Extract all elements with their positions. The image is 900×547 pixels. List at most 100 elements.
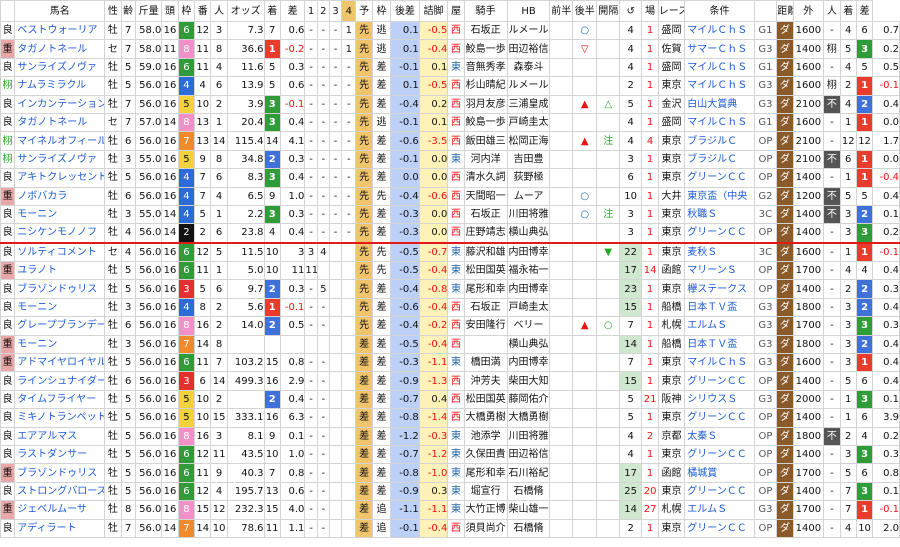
cell-race[interactable]: 日本ＴＶ盃 [684,334,755,355]
table-row[interactable]: 良インカンテーション牡 7 56.0 16 5 10 2 3.9 3 -0.1- - - - 先差 -0.4… [0,94,900,114]
column-header-27[interactable]: 場 [641,0,659,22]
cell-name[interactable]: ニシケンモノノフ [14,223,106,244]
table-row[interactable]: 良ラストダンサー牡 5 56.0 16 6 12 11 43.5 10 1.0- - 差差 -0.7 -1… [0,444,900,465]
cell-name[interactable]: ラインシュナイダー [14,371,106,391]
cell-race[interactable]: グリーンＣＣ [684,518,755,538]
column-header-4[interactable]: 斤量 [134,0,163,22]
cell-name[interactable]: モーニン [14,204,106,225]
column-header-31[interactable]: 距離 [776,0,794,22]
cell-race[interactable]: サマーＣｈＳ [684,39,755,59]
cell-race[interactable]: マイルＣｈＳ [684,353,755,373]
column-header-9[interactable]: オッズ [226,0,265,22]
table-row[interactable]: 良ストロングバローズ牡 5 56.0 16 6 12 4 195.7 13 0.6- - 差差 -0.9… [0,481,900,502]
table-row[interactable]: 良ブラゾンドゥリス牡 5 56.0 16 3 5 6 9.7 2 0.3-5 先差 -0.4 -0.8 東… [0,279,900,299]
table-row[interactable]: 栩ナムラミラクル牡 5 56.0 16 4 4 6 13.9 5 0.6- - - - 先差 0.1 -0.5… [0,76,900,96]
cell-name[interactable]: グレープブランデー [14,316,106,336]
cell-name[interactable]: ベストウォーリア [14,20,106,41]
cell-race[interactable]: マイルＣｈＳ [684,20,755,41]
table-row[interactable]: 良グレープブランデー牡 6 56.0 16 8 16 2 14.0 2 0.5- - 先差 -0.4 -0… [0,316,900,336]
cell-name[interactable]: タガノトネール [14,112,106,133]
cell-name[interactable]: タイムフライヤー [14,389,106,410]
cell-name[interactable]: ジェベルムーサ [14,500,106,520]
cell-race[interactable]: グリーンＣＣ [684,444,755,465]
column-header-24[interactable]: 後半 [571,0,598,22]
cell-race[interactable]: マイルＣｈＳ [684,76,755,96]
column-header-33[interactable]: 人 [823,0,841,22]
cell-name[interactable]: ストロングバローズ [14,481,106,502]
cell-race[interactable]: グリーンＣＣ [684,481,755,502]
table-row[interactable]: 良ラインシュナイダー牡 6 56.0 16 3 6 14 499.3 16 2.9- - 差差 -0.9… [0,371,900,391]
column-header-8[interactable]: 人 [210,0,228,22]
table-row[interactable]: 重タガノトネールセ 7 58.0 11 8 11 8 36.6 1 -0.2- - -1 先逃 0.1 -0… [0,39,900,59]
table-row[interactable]: 栩サンライズノヴァ牡 3 55.0 16 5 9 8 34.8 2 0.3- - - - 先差 -0.1 0.… [0,149,900,170]
cell-race[interactable]: グリーンＣＣ [684,168,755,188]
column-header-17[interactable]: 枠 [371,0,392,22]
table-row[interactable]: 重ユラノト牡 5 56.0 16 6 11 1 5.0 10 11 11 先先 -0.5 -0.4 東松田国… [0,261,900,281]
table-row[interactable]: 重ジェベルムーサ牡 8 56.0 16 8 15 12 232.3 15 4.0- - 差追 -1.1-… [0,500,900,520]
cell-race[interactable]: 欅ステークス [684,279,755,299]
column-header-30[interactable] [753,0,778,22]
column-header-23[interactable]: 前半 [549,0,573,22]
table-row[interactable]: 良タイムフライヤー牡 5 56.0 16 5 10 2 2 0.4- - 差差 -0.7 0.4 西松田国… [0,389,900,410]
cell-race[interactable]: ブラジルＣ [684,131,755,151]
column-header-10[interactable]: 着 [263,0,281,22]
cell-race[interactable]: 日本ＴＶ盃 [684,297,755,318]
table-row[interactable]: 重ノボバカラ牡 6 56.0 16 4 7 4 6.5 9 1.0- - - - 先先 -0.4 -0.6 西天… [0,186,900,206]
table-row[interactable]: 良アディラート牡 7 56.0 14 7 14 10 78.6 11 1.1- - 差追 -0.1 -0.… [0,518,900,538]
column-header-19[interactable]: 詰脚 [418,0,449,22]
cell-name[interactable]: サンライズノヴァ [14,57,106,78]
table-row[interactable]: 栩マイネルオフィール牡 6 56.0 16 7 13 14 115.4 14 4.1- - - - 先差 -… [0,131,900,151]
cell-race[interactable]: シリウスＳ [684,389,755,410]
cell-race[interactable]: 東京盃（中央 [684,186,755,206]
column-header-11[interactable]: 差 [279,0,306,22]
cell-name[interactable]: ソルティコメント [14,241,106,263]
cell-race[interactable]: エルムＳ [684,500,755,520]
cell-name[interactable]: アキトクレッセント [14,168,106,188]
column-header-26[interactable]: ↺ [618,0,643,22]
cell-race[interactable]: 白山大賞典 [684,94,755,114]
cell-race[interactable]: エルムＳ [684,316,755,336]
cell-race[interactable]: ブラジルＣ [684,149,755,170]
column-header-28[interactable]: レース名 [657,0,686,22]
column-header-16[interactable]: 予 [355,0,373,22]
column-header-5[interactable]: 頭 [161,0,179,22]
column-header-34[interactable]: 着 [839,0,857,22]
table-row[interactable]: 重ブラゾンドゥリス牡 5 56.0 16 6 11 9 40.3 7 0.8- - 差差 -0.8 -1.… [0,463,900,483]
cell-name[interactable]: ナムラミラクル [14,76,106,96]
cell-race[interactable]: グリーンＣＣ [684,408,755,428]
cell-name[interactable]: インカンテーション [14,94,106,114]
column-header-35[interactable]: 差 [855,0,874,22]
cell-race[interactable]: マイルＣｈＳ [684,112,755,133]
cell-name[interactable]: ノボバカラ [14,186,106,206]
column-header-14[interactable]: 3 [328,0,343,22]
table-row[interactable]: 良モーニン牡 3 55.0 14 4 5 1 2.2 3 0.3- - - - 先差 -0.3 0.0 西石坂正… [0,204,900,225]
table-row[interactable]: 良サンライズノヴァ牡 5 59.0 16 6 11 4 11.6 5 0.3- - - - 先差 -0.1 0… [0,57,900,78]
column-header-21[interactable]: 騎手 [463,0,508,22]
table-row[interactable]: 良アキトクレッセント牡 5 56.0 16 4 7 6 8.3 3 0.4- - - - 先差 0.0 0.0… [0,168,900,188]
table-row[interactable]: 良ベストウォーリア牡 7 58.0 16 6 12 3 7.3 7 0.6- - -1 先逃 0.1 -0.… [0,20,900,41]
cell-name[interactable]: エアアルマス [14,426,106,446]
cell-race[interactable]: 橘城賞 [684,463,755,483]
cell-name[interactable]: ユラノト [14,261,106,281]
column-header-25[interactable]: 開隔 [596,0,620,22]
cell-name[interactable]: ブラゾンドゥリス [14,279,106,299]
column-header-0[interactable] [0,0,16,22]
table-row[interactable]: 良モーニン牡 3 56.0 16 4 8 2 5.6 1 -0.1- - 先差 -0.6 -0.4 西石坂正… [0,297,900,318]
column-header-12[interactable]: 1 [304,0,318,22]
cell-race[interactable]: マイルＣｈＳ [684,57,755,78]
cell-name[interactable]: マイネルオフィール [14,131,106,151]
table-row[interactable]: 良ソルティコメントセ 4 56.0 16 6 12 5 11.5 10 3 3 4 先先 -0.5 -0.7… [0,241,900,263]
table-row[interactable]: 良ミキノトランペット牡 5 56.0 16 5 10 15 333.1 16 6.3- - 差差 -0.… [0,408,900,428]
table-row[interactable]: 重モーニン牡 3 56.0 16 7 14 8 差差 -0.5 -0.4 西横山典弘 14 1 船橋 日本Ｔ… [0,334,900,355]
cell-race[interactable]: グリーンＣＣ [684,371,755,391]
column-header-22[interactable]: HB [506,0,551,22]
table-row[interactable]: 良ニシケンモノノフ牡 4 56.0 14 2 2 6 23.8 4 0.4- - - - 先差 -0.3 0.… [0,223,900,244]
cell-race[interactable]: 太秦Ｓ [684,426,755,446]
cell-name[interactable]: ブラゾンドゥリス [14,463,106,483]
column-header-6[interactable]: 枠 [177,0,196,22]
cell-name[interactable]: アディラート [14,518,106,538]
column-header-7[interactable]: 番 [194,0,212,22]
cell-race[interactable]: 麦秋Ｓ [684,241,755,263]
column-header-3[interactable]: 齢 [120,0,136,22]
cell-name[interactable]: モーニン [14,334,106,355]
